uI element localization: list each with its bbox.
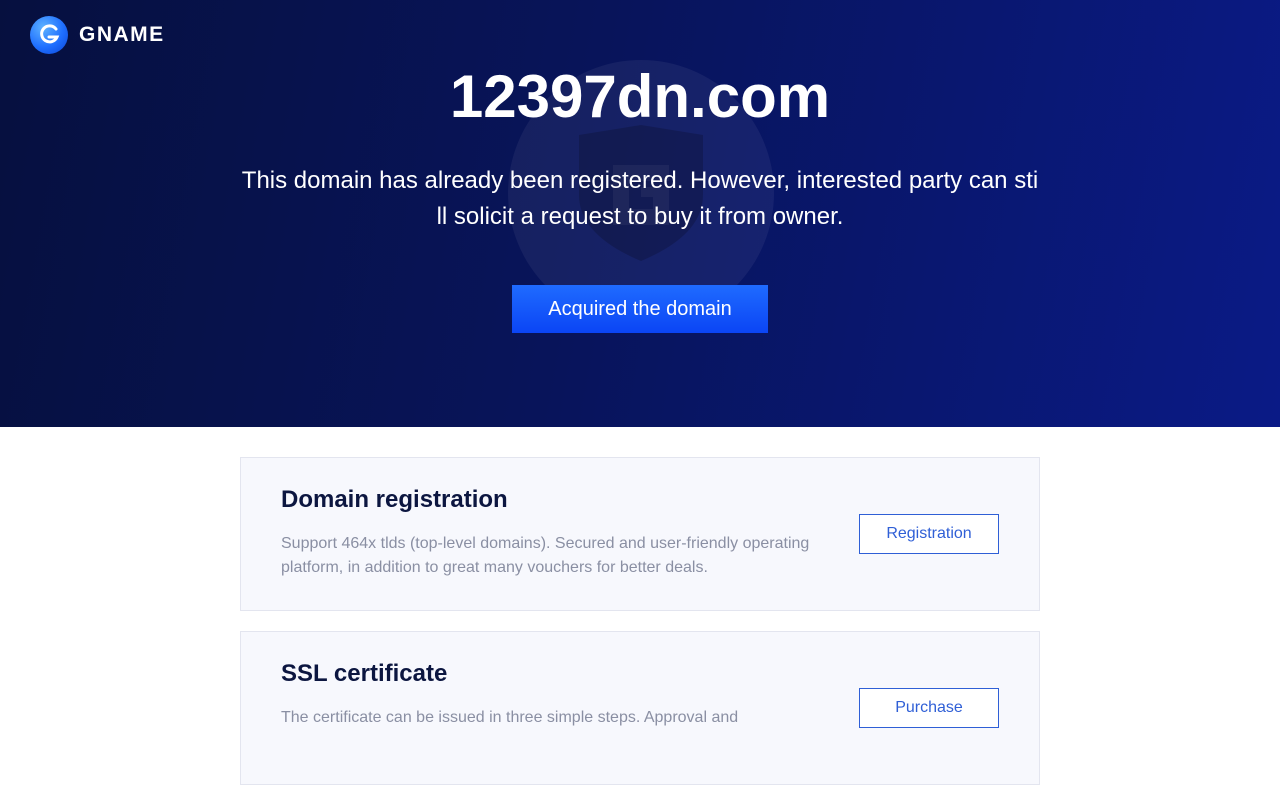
brand-logo[interactable]: GNAME	[30, 16, 165, 54]
card-title: Domain registration	[281, 486, 508, 513]
card-title: SSL certificate	[281, 660, 448, 687]
card-description: Support 464x tlds (top-level domains). S…	[281, 535, 810, 576]
purchase-button[interactable]: Purchase	[859, 688, 999, 728]
hero-banner: GNAME 12397dn.com This domain has alread…	[0, 0, 1280, 427]
card-domain-registration: Domain registration Support 464x tlds (t…	[240, 457, 1040, 611]
gname-logo-icon	[30, 16, 68, 54]
brand-name: GNAME	[79, 23, 165, 46]
card-description: The certificate can be issued in three s…	[281, 709, 739, 726]
hero-description: This domain has already been registered.…	[241, 167, 1039, 230]
card-ssl-certificate: SSL certificate The certificate can be i…	[240, 631, 1040, 785]
acquire-domain-button[interactable]: Acquired the domain	[512, 285, 768, 333]
domain-title: 12397dn.com	[449, 63, 831, 130]
registration-button[interactable]: Registration	[859, 514, 999, 554]
